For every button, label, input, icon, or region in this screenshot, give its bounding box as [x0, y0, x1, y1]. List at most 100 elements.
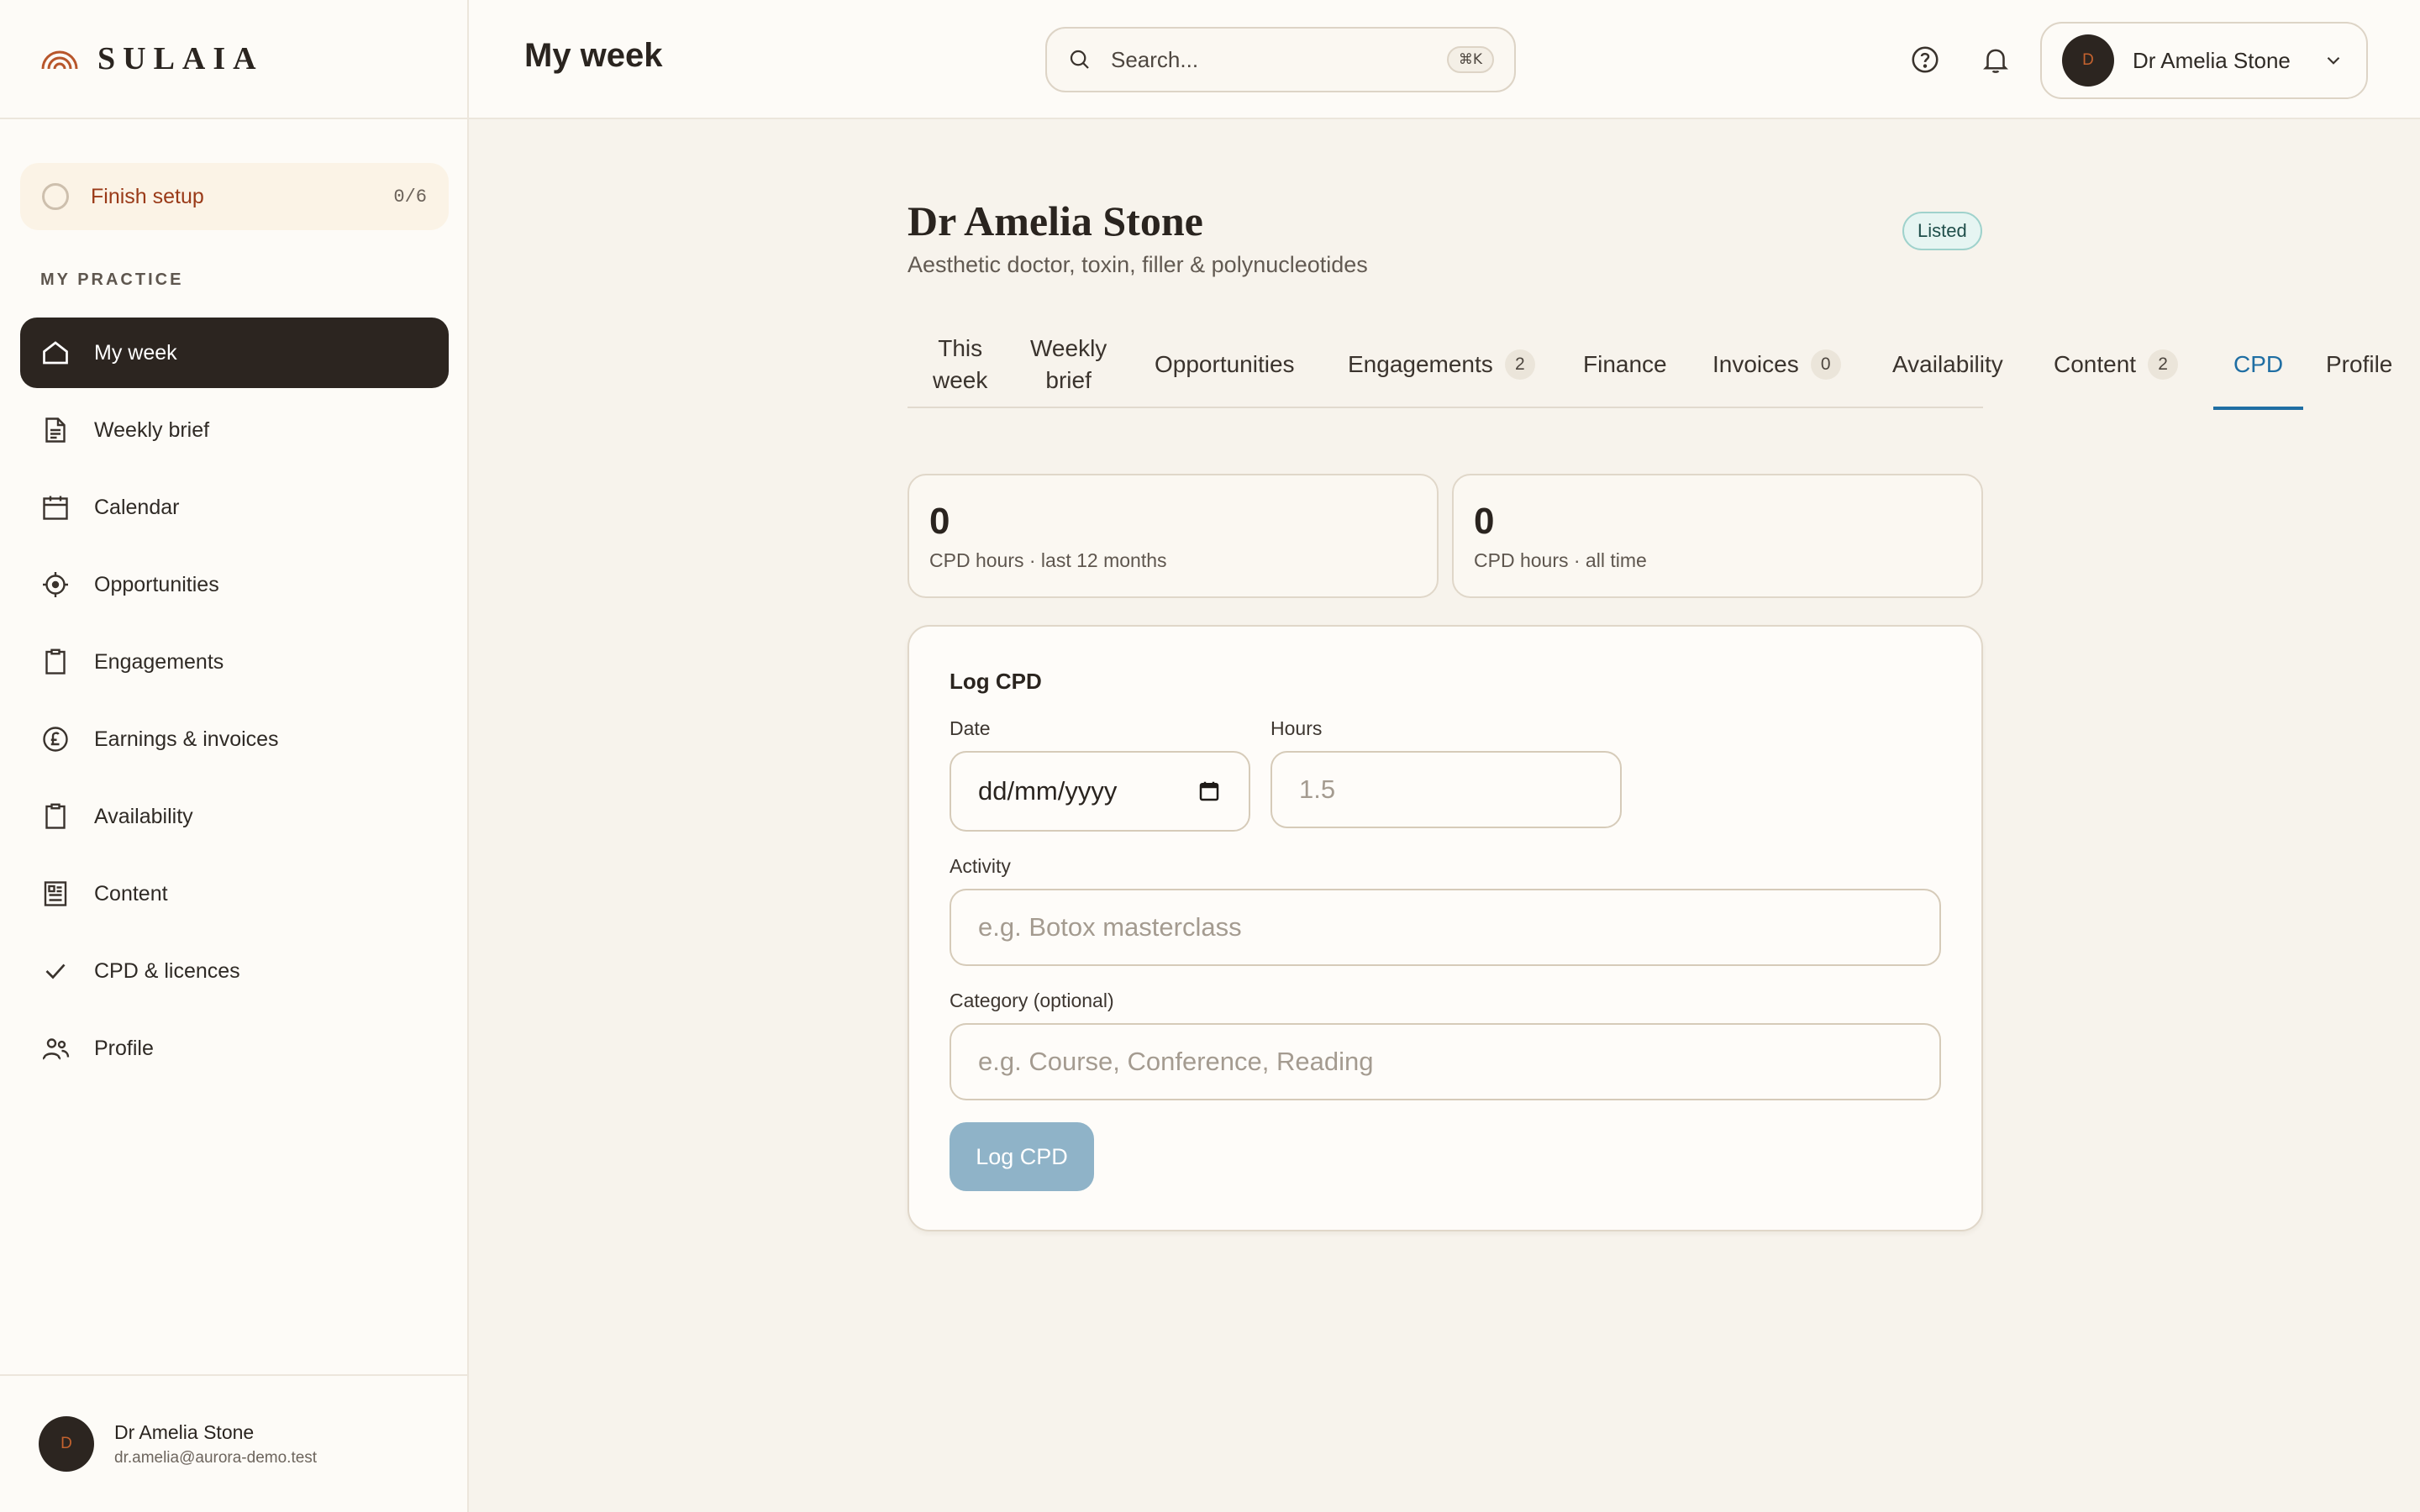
newspaper-icon — [40, 879, 71, 909]
tab-label: Invoices — [1712, 351, 1799, 377]
tab-finance[interactable]: Finance — [1583, 321, 1667, 408]
sidebar-item-opportunities[interactable]: Opportunities — [20, 549, 449, 620]
calendar-icon — [40, 492, 71, 522]
activity-field[interactable]: e.g. Botox masterclass — [950, 889, 1941, 966]
sidebar-item-profile[interactable]: Profile — [20, 1013, 449, 1084]
users-icon — [40, 1033, 71, 1063]
progress-circle-icon — [42, 183, 69, 210]
user-name: Dr Amelia Stone — [114, 1420, 255, 1443]
date-field[interactable]: dd/mm/yyyy — [950, 751, 1250, 832]
tab-label: Profile — [2326, 351, 2393, 377]
tab-engagements[interactable]: Engagements 2 — [1348, 321, 1535, 408]
sidebar-item-label: Content — [94, 881, 168, 906]
activity-placeholder: e.g. Botox masterclass — [978, 912, 1242, 942]
sidebar-item-label: Availability — [94, 804, 193, 828]
sidebar-item-earnings-invoices[interactable]: Earnings & invoices — [20, 704, 449, 774]
check-icon — [40, 956, 71, 986]
tab-this-week[interactable]: This week — [933, 321, 987, 408]
tab-weekly-brief[interactable]: Weekly brief — [1030, 321, 1107, 408]
help-icon[interactable] — [1909, 44, 1941, 76]
finish-setup-label: Finish setup — [91, 184, 204, 208]
document-icon — [40, 415, 71, 445]
tab-profile[interactable]: Profile — [2326, 321, 2392, 408]
sidebar-item-weekly-brief[interactable]: Weekly brief — [20, 395, 449, 465]
category-label: Category (optional) — [950, 990, 1114, 1011]
tab-cpd[interactable]: CPD — [2213, 321, 2304, 410]
sidebar-item-calendar[interactable]: Calendar — [20, 472, 449, 543]
tab-label: Availability — [1892, 351, 2003, 377]
sidebar-item-label: Calendar — [94, 495, 180, 519]
chevron-down-icon — [2323, 50, 2344, 71]
account-menu-button[interactable]: D Dr Amelia Stone — [2040, 22, 2368, 99]
tab-label-line: Weekly — [1030, 335, 1107, 361]
clipboard-icon — [40, 801, 71, 832]
log-cpd-form: Log CPD Date dd/mm/yyyy Hours 1.5 Activi… — [908, 625, 1983, 1231]
brand-name: SULAIA — [97, 41, 264, 76]
stat-label: CPD hours · all time — [1474, 549, 1647, 571]
stat-value: 0 — [1474, 501, 1495, 542]
tab-label-line: brief — [1045, 367, 1092, 393]
tab-label-line: week — [933, 367, 988, 393]
keyboard-shortcut-badge: ⌘K — [1446, 46, 1494, 73]
sidebar: SULAIA Finish setup 0/6 MY PRACTICE My w… — [0, 0, 469, 1512]
tab-invoices[interactable]: Invoices 0 — [1712, 321, 1841, 408]
date-label: Date — [950, 717, 991, 739]
tab-count-badge: 0 — [1810, 349, 1841, 380]
tab-count-badge: 2 — [1504, 349, 1535, 380]
log-cpd-button[interactable]: Log CPD — [950, 1122, 1094, 1191]
tab-label: Opportunities — [1155, 351, 1295, 377]
stat-label: CPD hours · last 12 months — [929, 549, 1167, 571]
setup-progress-count: 0/6 — [393, 186, 427, 207]
category-field[interactable]: e.g. Course, Conference, Reading — [950, 1023, 1941, 1100]
main-content: Dr Amelia Stone Aesthetic doctor, toxin,… — [908, 119, 2420, 1512]
stat-card-cpd-all-time: 0 CPD hours · all time — [1452, 474, 1983, 598]
tab-label: Content — [2054, 351, 2137, 377]
sidebar-user-card[interactable]: D Dr Amelia Stone dr.amelia@aurora-demo.… — [0, 1374, 467, 1512]
finish-setup-button[interactable]: Finish setup 0/6 — [20, 163, 449, 230]
sidebar-nav: My week Weekly brief Calendar Opportunit… — [20, 318, 449, 1090]
tab-label-line: This — [938, 335, 983, 361]
sidebar-item-engagements[interactable]: Engagements — [20, 627, 449, 697]
search-icon — [1067, 47, 1092, 72]
sidebar-item-my-week[interactable]: My week — [20, 318, 449, 388]
clipboard-icon — [40, 647, 71, 677]
tab-label: CPD — [2233, 351, 2284, 377]
sidebar-item-content[interactable]: Content — [20, 858, 449, 929]
category-placeholder: e.g. Course, Conference, Reading — [978, 1047, 1374, 1076]
search-placeholder: Search... — [1111, 46, 1199, 72]
hours-placeholder: 1.5 — [1299, 774, 1336, 804]
sidebar-item-label: Opportunities — [94, 572, 219, 596]
stat-value: 0 — [929, 501, 950, 542]
activity-label: Activity — [950, 855, 1011, 877]
pound-icon — [40, 724, 71, 754]
calendar-icon[interactable] — [1197, 779, 1222, 804]
sidebar-item-label: My week — [94, 340, 177, 365]
profile-tabs: This week Weekly brief Opportunities Eng… — [908, 321, 2392, 410]
form-title: Log CPD — [950, 669, 1042, 694]
search-input[interactable]: Search... ⌘K — [1045, 27, 1516, 92]
target-icon — [40, 570, 71, 600]
avatar: D — [2062, 34, 2114, 87]
tab-content[interactable]: Content 2 — [2054, 321, 2179, 408]
hours-label: Hours — [1270, 717, 1323, 739]
sidebar-item-label: Earnings & invoices — [94, 727, 279, 751]
brand[interactable]: SULAIA — [0, 0, 467, 119]
sidebar-item-label: Engagements — [94, 649, 224, 674]
status-badge: Listed — [1902, 212, 1982, 250]
home-icon — [40, 338, 71, 368]
hours-field[interactable]: 1.5 — [1270, 751, 1622, 828]
sidebar-item-label: CPD & licences — [94, 958, 240, 983]
sidebar-item-label: Profile — [94, 1036, 154, 1060]
tab-opportunities[interactable]: Opportunities — [1155, 321, 1295, 408]
bell-icon[interactable] — [1980, 44, 2012, 76]
tab-availability[interactable]: Availability — [1892, 321, 2003, 408]
date-value: dd/mm/yyyy — [978, 776, 1118, 806]
sidebar-item-cpd-licences[interactable]: CPD & licences — [20, 936, 449, 1006]
user-email: dr.amelia@aurora-demo.test — [114, 1448, 318, 1467]
page-title: My week — [524, 37, 663, 74]
sidebar-item-availability[interactable]: Availability — [20, 781, 449, 852]
profile-subtitle: Aesthetic doctor, toxin, filler & polynu… — [908, 252, 1368, 277]
stat-card-cpd-12-months: 0 CPD hours · last 12 months — [908, 474, 1439, 598]
avatar: D — [39, 1416, 94, 1472]
tab-label: Engagements — [1348, 351, 1493, 377]
